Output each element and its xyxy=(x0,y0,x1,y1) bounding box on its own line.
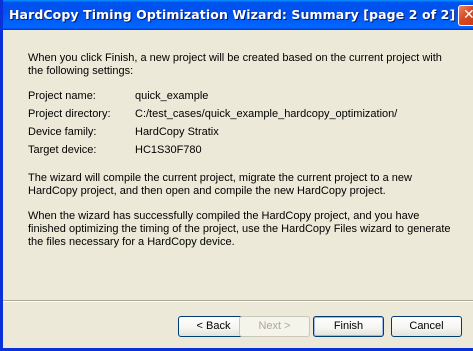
files-description: When the wizard has successfully compile… xyxy=(28,210,451,248)
setting-value: HC1S30F780 xyxy=(135,144,202,156)
setting-value: C:/test_cases/quick_example_hardcopy_opt… xyxy=(135,108,398,120)
setting-label: Target device: xyxy=(28,144,97,156)
close-icon: ✕ xyxy=(463,6,473,25)
title-bar[interactable]: HardCopy Timing Optimization Wizard: Sum… xyxy=(3,0,473,30)
summary-panel: When you click Finish, a new project wil… xyxy=(3,30,473,348)
setting-label: Project directory: xyxy=(28,108,111,120)
compile-description: The wizard will compile the current proj… xyxy=(28,172,412,197)
cancel-button[interactable]: Cancel xyxy=(391,316,462,337)
intro-text: When you click Finish, a new project wil… xyxy=(28,52,442,77)
setting-value: HardCopy Stratix xyxy=(135,126,219,138)
setting-label: Project name: xyxy=(28,90,96,102)
next-button[interactable]: Next > xyxy=(239,316,310,337)
finish-button[interactable]: Finish xyxy=(313,316,384,337)
setting-value: quick_example xyxy=(135,90,209,102)
setting-label: Device family: xyxy=(28,126,97,138)
window-title: HardCopy Timing Optimization Wizard: Sum… xyxy=(9,7,456,22)
close-button[interactable]: ✕ xyxy=(458,5,473,26)
wizard-dialog: HardCopy Timing Optimization Wizard: Sum… xyxy=(0,0,473,351)
button-separator xyxy=(3,300,473,302)
